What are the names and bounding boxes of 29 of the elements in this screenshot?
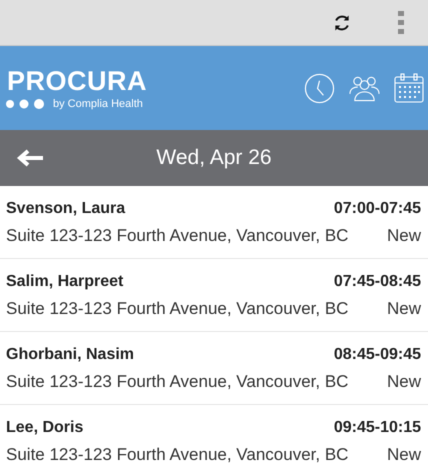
tagline: by Complia Health (53, 98, 143, 110)
status-label: New (386, 445, 421, 463)
date-title: Wed, Apr 26 (156, 146, 272, 170)
time-range: 09:45-10:15 (334, 419, 421, 437)
address: Suite 123-123 Fourth Avenue, Vancouver, BC (6, 372, 348, 392)
time-range: 07:00-07:45 (334, 200, 421, 218)
time-range: 07:45-08:45 (334, 273, 421, 291)
logo: PROCURA (6, 66, 148, 96)
back-arrow-icon[interactable] (16, 148, 44, 168)
patient-name: Lee, Doris (6, 419, 84, 437)
status-label: New (386, 372, 421, 392)
appointment-item[interactable]: Ghorbani, Nasim 08:45-09:45 Suite 123-123 Fourth Avenue, Vancouver, BC New (0, 332, 428, 405)
address: Suite 123-123 Fourth Avenue, Vancouver, BC (6, 445, 348, 463)
appointment-item[interactable]: Lee, Doris 09:45-10:15 Suite 123-123 Fourth Avenue, Vancouver, BC New (0, 405, 428, 463)
clock-icon[interactable] (304, 72, 335, 104)
address: Suite 123-123 Fourth Avenue, Vancouver, BC (6, 299, 348, 319)
more-menu-icon[interactable] (398, 10, 404, 34)
patient-name: Ghorbani, Nasim (6, 346, 134, 364)
dots-icon (5, 98, 45, 110)
people-icon[interactable] (349, 74, 380, 102)
address: Suite 123-123 Fourth Avenue, Vancouver, BC (6, 226, 348, 246)
appointment-item[interactable]: Salim, Harpreet 07:45-08:45 Suite 123-123 Fourth Avenue, Vancouver, BC New (0, 259, 428, 332)
status-label: New (386, 299, 421, 319)
patient-name: Svenson, Laura (6, 200, 126, 218)
time-range: 08:45-09:45 (334, 346, 421, 364)
patient-name: Salim, Harpreet (6, 273, 124, 291)
calendar-icon[interactable] (394, 73, 424, 103)
appointment-item[interactable]: Svenson, Laura 07:00-07:45 Suite 123-123 Fourth Avenue, Vancouver, BC New (0, 186, 428, 259)
status-label: New (386, 226, 421, 246)
